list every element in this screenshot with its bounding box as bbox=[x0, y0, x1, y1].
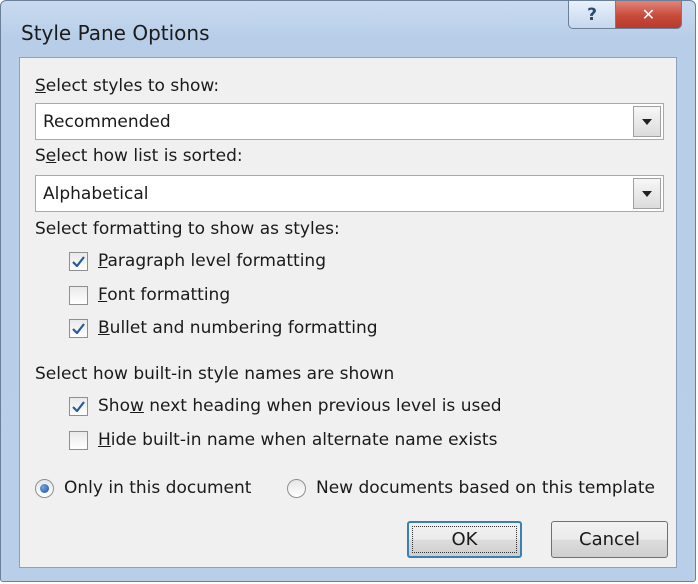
font-formatting-checkbox[interactable] bbox=[69, 286, 88, 305]
chevron-down-icon[interactable] bbox=[633, 178, 661, 209]
radio-selected-icon bbox=[40, 484, 49, 493]
paragraph-formatting-label[interactable]: Paragraph level formatting bbox=[98, 251, 326, 271]
styles-to-show-label: Select styles to show: bbox=[35, 76, 220, 96]
hide-builtin-name-label[interactable]: Hide built-in name when alternate name e… bbox=[98, 430, 497, 450]
dialog-body: Select styles to show: Recommended Selec… bbox=[19, 57, 677, 568]
help-button[interactable]: ? bbox=[568, 1, 616, 29]
only-this-document-label[interactable]: Only in this document bbox=[64, 478, 251, 498]
formatting-heading: Select formatting to show as styles: bbox=[35, 219, 340, 239]
help-icon: ? bbox=[587, 4, 597, 25]
sort-order-label: Select how list is sorted: bbox=[35, 146, 243, 166]
only-this-document-radio[interactable] bbox=[35, 479, 54, 498]
cancel-button[interactable]: Cancel bbox=[551, 521, 668, 558]
bullet-numbering-checkbox[interactable] bbox=[69, 319, 88, 338]
new-documents-template-radio[interactable] bbox=[287, 479, 306, 498]
sort-order-value: Alphabetical bbox=[43, 184, 149, 204]
bullet-numbering-label[interactable]: Bullet and numbering formatting bbox=[98, 318, 378, 338]
hide-builtin-name-checkbox[interactable] bbox=[69, 431, 88, 450]
chevron-down-icon[interactable] bbox=[633, 106, 661, 137]
font-formatting-label[interactable]: Font formatting bbox=[98, 285, 230, 305]
show-next-heading-label[interactable]: Show next heading when previous level is… bbox=[98, 396, 502, 416]
new-documents-template-label[interactable]: New documents based on this template bbox=[316, 478, 655, 498]
paragraph-formatting-checkbox[interactable] bbox=[69, 252, 88, 271]
styles-to-show-value: Recommended bbox=[43, 112, 171, 132]
builtin-names-heading: Select how built-in style names are show… bbox=[35, 364, 395, 384]
cancel-button-label: Cancel bbox=[579, 529, 640, 550]
styles-to-show-dropdown[interactable]: Recommended bbox=[35, 103, 664, 140]
ok-button[interactable]: OK bbox=[407, 521, 522, 558]
checkmark-icon bbox=[72, 256, 85, 267]
close-button[interactable]: ✕ bbox=[615, 1, 682, 29]
close-icon: ✕ bbox=[641, 5, 656, 24]
title-bar: Style Pane Options ? ✕ bbox=[1, 1, 695, 57]
focus-rectangle bbox=[412, 526, 517, 553]
sort-order-dropdown[interactable]: Alphabetical bbox=[35, 175, 664, 212]
style-pane-options-dialog: Style Pane Options ? ✕ Select styles to … bbox=[0, 0, 696, 582]
show-next-heading-checkbox[interactable] bbox=[69, 397, 88, 416]
checkmark-icon bbox=[72, 323, 85, 334]
dialog-title: Style Pane Options bbox=[21, 21, 210, 45]
checkmark-icon bbox=[72, 401, 85, 412]
